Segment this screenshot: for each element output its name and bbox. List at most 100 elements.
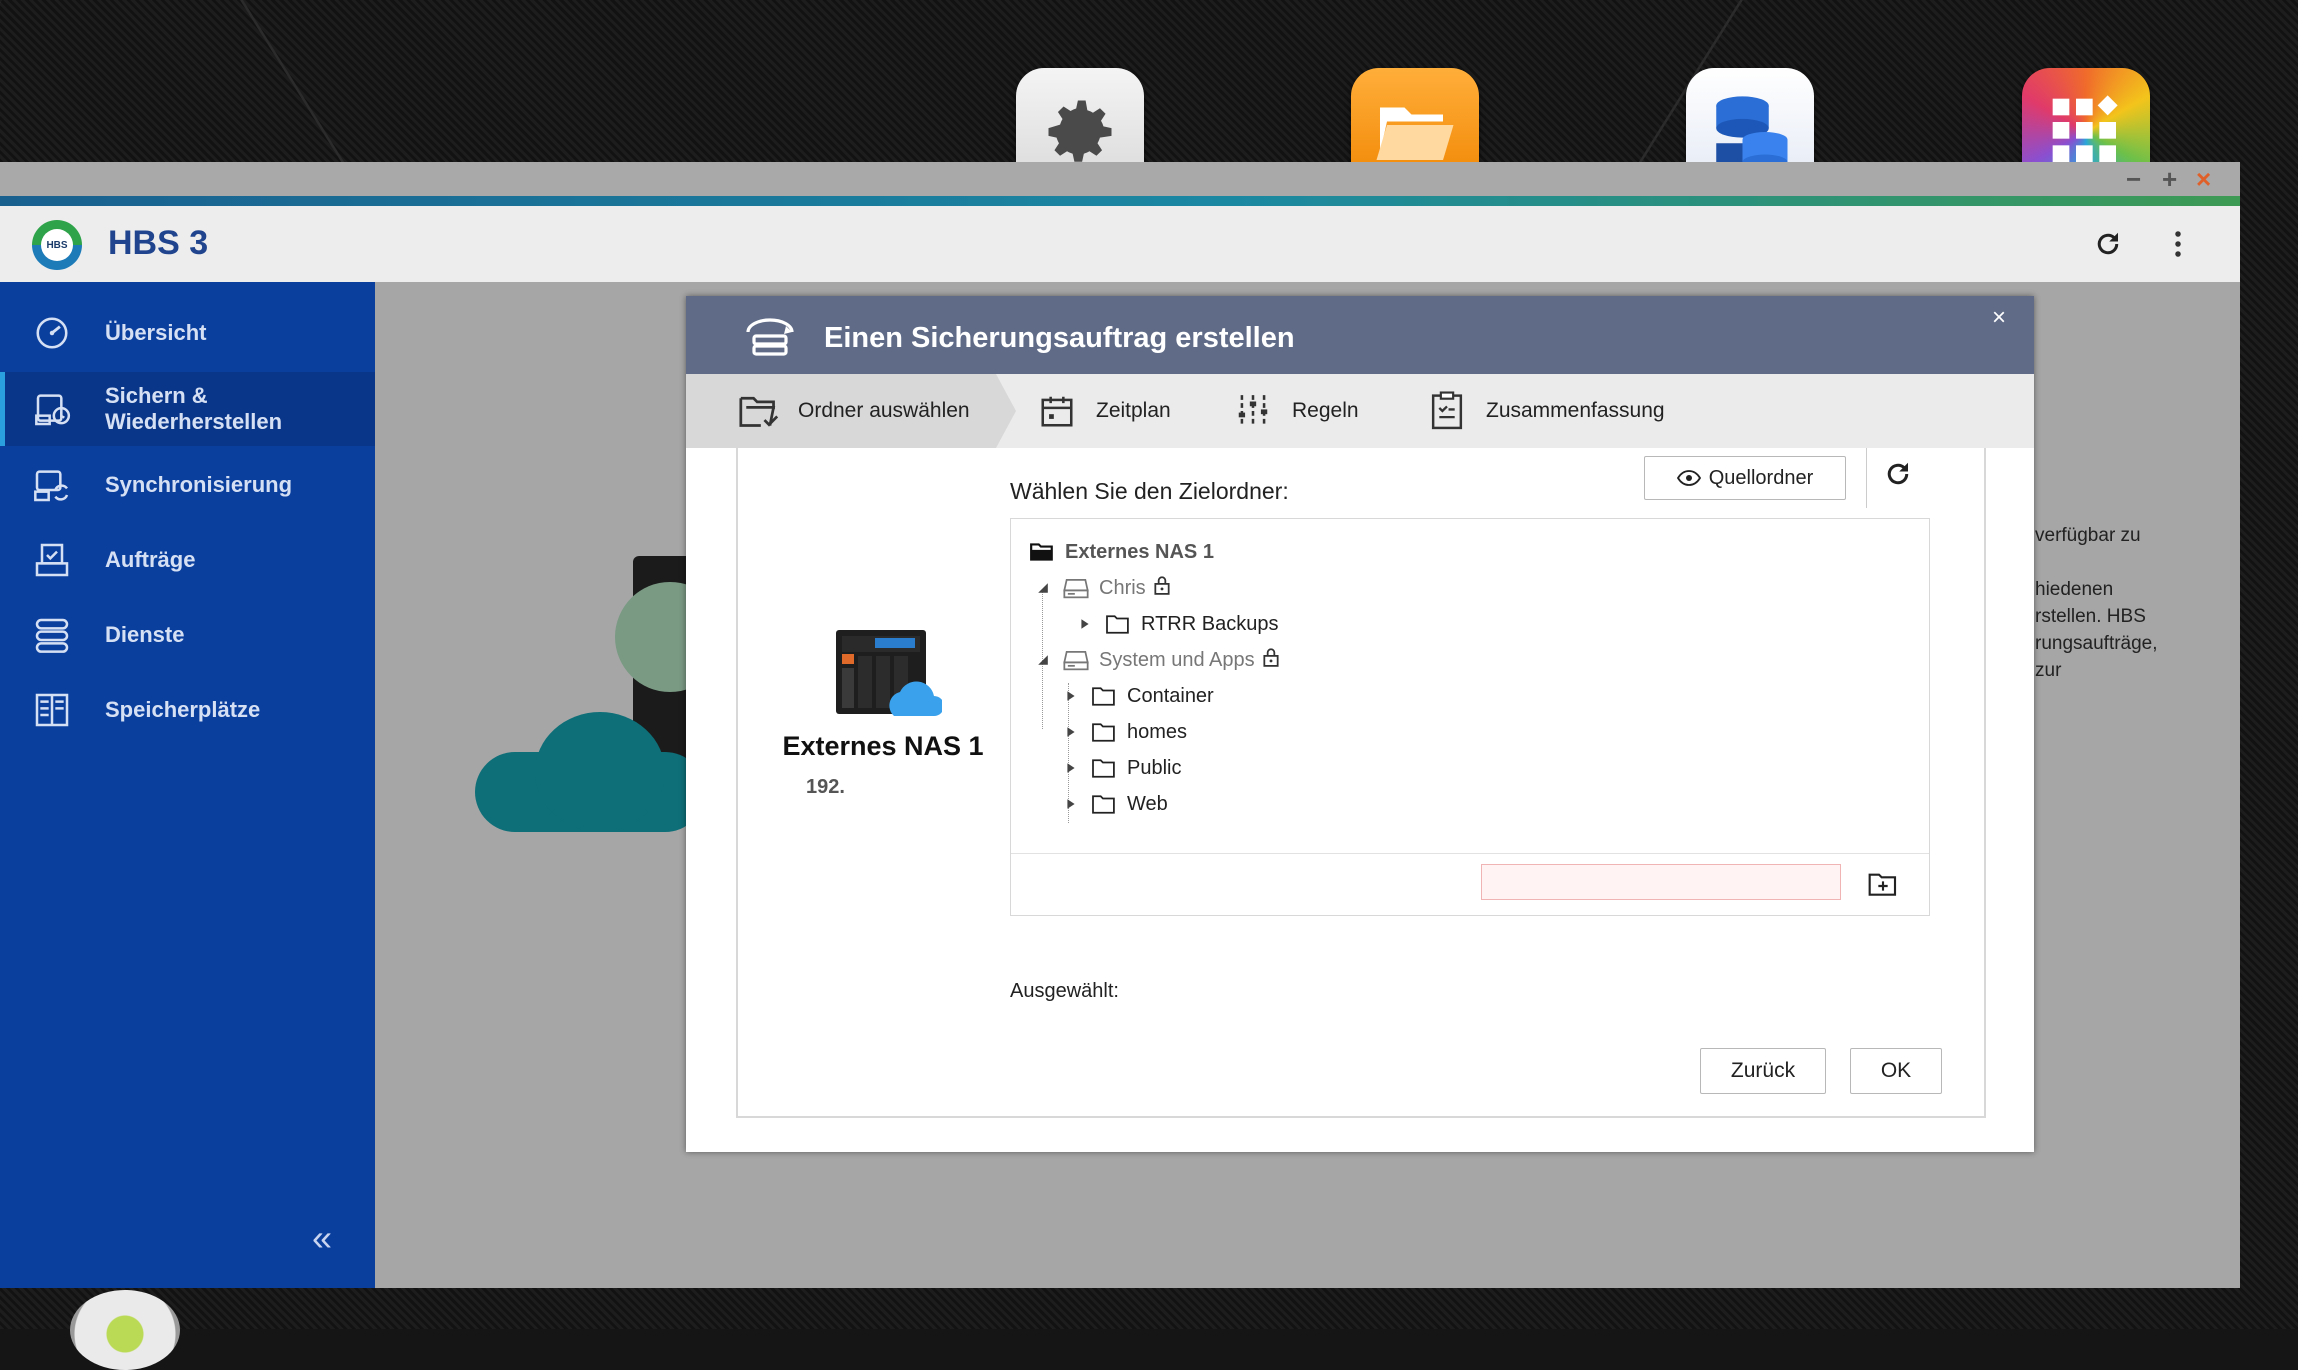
tree-node-label: RTRR Backups bbox=[1141, 612, 1279, 635]
tree-node-label: Container bbox=[1127, 684, 1214, 707]
collapse-arrow-icon bbox=[1035, 580, 1051, 596]
tree-node-folder[interactable]: RTRR Backups bbox=[1077, 609, 1278, 639]
folder-icon bbox=[1089, 683, 1119, 709]
wizard-steps: Ordner auswählen Zeitplan Regeln Zusamme… bbox=[686, 374, 2034, 448]
step-summary[interactable]: Zusammenfassung bbox=[1424, 374, 1665, 448]
collapse-arrow-icon bbox=[1035, 652, 1051, 668]
expand-arrow-icon bbox=[1063, 724, 1079, 740]
drive-icon bbox=[1061, 575, 1091, 601]
source-folder-button[interactable]: Quellordner bbox=[1644, 456, 1846, 500]
refresh-tree-button[interactable] bbox=[1878, 454, 1918, 494]
tree-node-label: System und Apps bbox=[1099, 648, 1255, 671]
folder-tree: Externes NAS 1 Chris RTRR Backups System… bbox=[1010, 518, 1930, 916]
tree-root[interactable]: Externes NAS 1 bbox=[1027, 537, 1214, 567]
maximize-button[interactable]: + bbox=[2162, 164, 2177, 195]
description-line: zur bbox=[2035, 660, 2062, 681]
create-backup-job-dialog: Einen Sicherungsauftrag erstellen × Ordn… bbox=[686, 296, 2034, 1152]
app-header: HBS HBS 3 bbox=[0, 206, 2240, 282]
tree-node-label: Public bbox=[1127, 756, 1182, 779]
source-folder-label: Quellordner bbox=[1708, 466, 1814, 489]
dock-indicator[interactable] bbox=[70, 1290, 180, 1370]
clipboard-icon bbox=[1424, 388, 1470, 434]
step-label: Zeitplan bbox=[1096, 399, 1171, 422]
hbs-logo-text: HBS bbox=[41, 229, 73, 261]
sidebar-item-label: Dienste bbox=[105, 622, 185, 647]
close-window-button[interactable]: × bbox=[2196, 164, 2211, 195]
sync-icon bbox=[32, 465, 72, 505]
step-schedule[interactable]: Zeitplan bbox=[1034, 374, 1171, 448]
tree-node-folder[interactable]: Web bbox=[1063, 789, 1168, 819]
sliders-icon bbox=[1230, 388, 1276, 434]
choose-target-label: Wählen Sie den Zielordner: bbox=[1010, 478, 1289, 504]
create-folder-button[interactable] bbox=[1863, 864, 1903, 904]
folder-icon bbox=[1089, 755, 1119, 781]
services-icon bbox=[32, 615, 72, 655]
tree-node-folder[interactable]: homes bbox=[1063, 717, 1187, 747]
minimize-button[interactable]: − bbox=[2126, 164, 2141, 195]
description-line: verfügbar zu bbox=[2035, 525, 2141, 546]
refresh-icon bbox=[2097, 232, 2119, 255]
step-select-folder[interactable]: Ordner auswählen bbox=[736, 374, 970, 448]
device-name: Externes NAS 1 bbox=[782, 731, 984, 761]
step-rules[interactable]: Regeln bbox=[1230, 374, 1359, 448]
cloud-illustration-bump bbox=[535, 712, 665, 832]
ok-button[interactable]: OK bbox=[1850, 1048, 1942, 1094]
folder-select-icon bbox=[736, 388, 782, 434]
nas-device-icon bbox=[830, 626, 944, 722]
description-line: hiedenen bbox=[2035, 579, 2114, 600]
folder-icon bbox=[1089, 719, 1119, 745]
description-line: rstellen. HBS bbox=[2035, 606, 2146, 627]
step-label: Zusammenfassung bbox=[1486, 399, 1665, 422]
storage-spaces-icon bbox=[32, 690, 72, 730]
collapse-sidebar-button[interactable]: « bbox=[312, 1217, 352, 1258]
close-dialog-button[interactable]: × bbox=[1992, 304, 2006, 332]
calendar-icon bbox=[1034, 388, 1080, 434]
folder-icon bbox=[1103, 611, 1133, 637]
sidebar-item-backup-restore[interactable]: Sichern & Wiederherstellen bbox=[0, 372, 380, 446]
expand-arrow-icon bbox=[1063, 796, 1079, 812]
drive-icon bbox=[1061, 647, 1091, 673]
tree-node-share[interactable]: System und Apps bbox=[1035, 645, 1279, 675]
tree-node-share[interactable]: Chris bbox=[1035, 573, 1170, 603]
step-label: Regeln bbox=[1292, 399, 1359, 422]
dialog-title: Einen Sicherungsauftrag erstellen bbox=[824, 322, 1295, 354]
gauge-icon bbox=[32, 313, 72, 353]
folder-plus-icon bbox=[1868, 873, 1897, 896]
selected-label: Ausgewählt: bbox=[1010, 980, 1119, 1002]
jobs-icon bbox=[32, 540, 72, 580]
folder-open-icon bbox=[1027, 539, 1057, 565]
more-vertical-icon bbox=[2175, 231, 2181, 257]
back-button[interactable]: Zurück bbox=[1700, 1048, 1826, 1094]
tree-node-folder[interactable]: Public bbox=[1063, 753, 1181, 783]
refresh-button[interactable] bbox=[2086, 222, 2130, 266]
new-folder-name-input[interactable] bbox=[1481, 864, 1841, 900]
backup-job-icon bbox=[742, 314, 798, 358]
dialog-header: Einen Sicherungsauftrag erstellen × bbox=[686, 296, 2034, 374]
eye-icon bbox=[1676, 470, 1701, 486]
refresh-icon bbox=[1887, 462, 1909, 485]
device-ip: 192. bbox=[806, 776, 845, 798]
more-options-button[interactable] bbox=[2156, 222, 2200, 266]
new-folder-bar bbox=[1011, 853, 1929, 916]
sidebar-item-label: Sichern & Wiederherstellen bbox=[105, 383, 283, 434]
ip-redaction bbox=[850, 770, 962, 808]
expand-arrow-icon bbox=[1063, 688, 1079, 704]
folder-icon bbox=[1089, 791, 1119, 817]
hbs-logo: HBS bbox=[32, 220, 82, 270]
sidebar-item-services[interactable]: Dienste bbox=[0, 602, 375, 668]
step-label: Ordner auswählen bbox=[798, 399, 970, 422]
folder-selection-panel: Externes NAS 1 192. Wählen Sie den Zielo… bbox=[736, 448, 1986, 1118]
sidebar-item-jobs[interactable]: Aufträge bbox=[0, 527, 375, 593]
sidebar-item-label: Speicherplätze bbox=[105, 697, 261, 722]
tree-node-folder[interactable]: Container bbox=[1063, 681, 1214, 711]
sidebar-item-storage-spaces[interactable]: Speicherplätze bbox=[0, 677, 375, 743]
expand-arrow-icon bbox=[1063, 760, 1079, 776]
sidebar-item-overview[interactable]: Übersicht bbox=[0, 300, 375, 366]
app-title: HBS 3 bbox=[108, 224, 209, 262]
tree-node-label: Externes NAS 1 bbox=[1065, 540, 1214, 563]
sidebar: Übersicht Sichern & Wiederherstellen Syn… bbox=[0, 282, 380, 1288]
window-title-bar: − + × bbox=[0, 162, 2240, 196]
sidebar-item-sync[interactable]: Synchronisierung bbox=[0, 452, 375, 518]
description-text: verfügbar zu hiedenen rstellen. HBS rung… bbox=[2035, 522, 2255, 684]
lock-icon bbox=[1154, 575, 1170, 601]
